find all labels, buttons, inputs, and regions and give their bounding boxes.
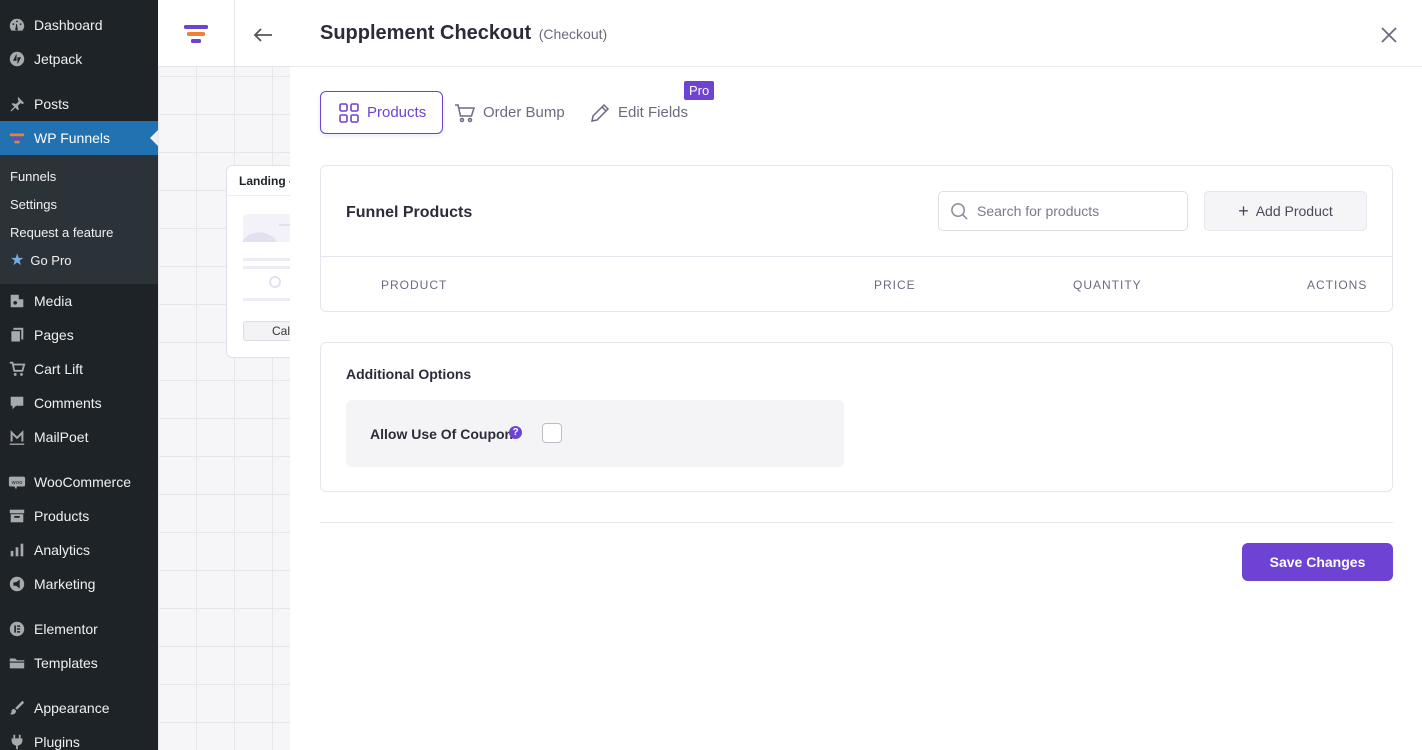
sidebar-item-templates[interactable]: Templates <box>0 646 158 680</box>
coupon-checkbox[interactable] <box>542 423 562 443</box>
toolbar-divider <box>234 0 235 67</box>
elementor-icon <box>7 619 27 639</box>
tab-products[interactable]: Products <box>320 91 444 134</box>
sidebar-item-label: Elementor <box>34 621 98 637</box>
plug-icon <box>7 732 27 750</box>
submenu-item-funnels[interactable]: Funnels <box>10 166 56 186</box>
svg-text:woo: woo <box>12 480 23 486</box>
sidebar-item-plugins[interactable]: Plugins <box>0 725 158 750</box>
column-header-quantity: QUANTITY <box>1073 278 1142 292</box>
sidebar-item-marketing[interactable]: Marketing <box>0 567 158 601</box>
products-table-header: PRODUCT PRICE QUANTITY ACTIONS <box>321 256 1392 312</box>
column-header-price: PRICE <box>874 278 916 292</box>
search-input[interactable] <box>977 203 1177 219</box>
sidebar-item-products[interactable]: Products <box>0 499 158 533</box>
back-arrow-icon[interactable] <box>252 24 274 46</box>
close-icon[interactable] <box>1378 24 1400 46</box>
sidebar-item-label: Comments <box>34 395 102 411</box>
modal-title: Supplement Checkout (Checkout) <box>320 22 608 44</box>
plus-icon: + <box>1238 201 1249 221</box>
funnel-canvas: Landing - Call <box>158 0 306 750</box>
pages-icon <box>7 325 27 345</box>
additional-options-heading: Additional Options <box>346 366 472 382</box>
media-icon <box>7 291 27 311</box>
sidebar-item-label: Templates <box>34 655 98 671</box>
sidebar-item-label: Dashboard <box>34 17 103 33</box>
megaphone-icon <box>7 574 27 594</box>
sidebar-item-label: WooCommerce <box>34 474 131 490</box>
sidebar-item-analytics[interactable]: Analytics <box>0 533 158 567</box>
pencil-icon <box>591 103 610 122</box>
cart-icon <box>7 359 27 379</box>
footer-divider <box>320 522 1393 523</box>
sidebar-item-media[interactable]: Media <box>0 284 158 318</box>
additional-options-card: Additional Options Allow Use Of Coupon ? <box>320 342 1393 492</box>
tab-order-bump[interactable]: Order Bump <box>454 91 565 134</box>
sidebar-item-label: Jetpack <box>34 51 83 67</box>
dashboard-icon <box>7 15 27 35</box>
sidebar-item-label: WP Funnels <box>34 130 110 146</box>
funnel-products-card: Funnel Products + Add Product PRODUCT PR… <box>320 165 1393 312</box>
wp-funnels-submenu: Funnels Settings Request a feature ★ Go … <box>0 155 158 284</box>
sidebar-item-label: Cart Lift <box>34 361 84 377</box>
sidebar-item-mailpoet[interactable]: MailPoet <box>0 420 158 454</box>
column-header-actions: ACTIONS <box>1307 278 1368 292</box>
folder-icon <box>7 653 27 673</box>
sidebar-item-label: Plugins <box>34 734 80 750</box>
add-product-button[interactable]: + Add Product <box>1204 191 1367 231</box>
sidebar-item-dashboard[interactable]: Dashboard <box>0 8 158 42</box>
product-search[interactable] <box>938 191 1188 231</box>
column-header-product: PRODUCT <box>381 278 448 292</box>
modal-subtitle: (Checkout) <box>538 26 608 42</box>
brush-icon <box>7 698 27 718</box>
funnel-products-heading: Funnel Products <box>346 204 473 221</box>
wpfunnels-logo-icon <box>184 25 208 43</box>
checkout-settings-modal: Supplement Checkout (Checkout) Products … <box>290 0 1422 750</box>
sidebar-item-label: Pages <box>34 327 74 343</box>
pin-icon <box>7 94 27 114</box>
sidebar-item-posts[interactable]: Posts <box>0 87 158 121</box>
funnel-icon <box>7 128 27 148</box>
submenu-item-request-feature[interactable]: Request a feature <box>10 222 113 242</box>
sidebar-item-label: Analytics <box>34 542 91 558</box>
submenu-item-go-pro[interactable]: ★ Go Pro <box>10 250 72 270</box>
coupon-option-row: Allow Use Of Coupon ? <box>346 400 844 467</box>
sidebar-item-label: MailPoet <box>34 429 89 445</box>
coupon-option-label: Allow Use Of Coupon <box>370 426 514 442</box>
mailpoet-icon <box>7 427 27 447</box>
grid-icon <box>339 102 359 123</box>
search-icon <box>951 202 968 220</box>
cart-icon <box>455 103 476 122</box>
canvas-toolbar <box>158 0 290 67</box>
star-icon: ★ <box>10 252 25 269</box>
sidebar-item-wp-funnels[interactable]: WP Funnels <box>0 121 158 155</box>
sidebar-item-label: Marketing <box>34 576 96 592</box>
sidebar-item-label: Posts <box>34 96 70 112</box>
sidebar-item-label: Media <box>34 293 73 309</box>
sidebar-item-label: Products <box>34 508 90 524</box>
sidebar-item-comments[interactable]: Comments <box>0 386 158 420</box>
modal-header: Supplement Checkout (Checkout) <box>290 0 1422 67</box>
sidebar-item-elementor[interactable]: Elementor <box>0 612 158 646</box>
save-changes-button[interactable]: Save Changes <box>1242 543 1393 581</box>
help-icon[interactable]: ? <box>509 426 522 439</box>
pro-badge: Pro <box>684 81 715 100</box>
admin-sidebar: Dashboard Jetpack Posts WP Funnels Funne… <box>0 0 158 750</box>
jetpack-icon <box>7 49 27 69</box>
tab-edit-fields[interactable]: Edit Fields <box>589 91 688 134</box>
sidebar-item-cart-lift[interactable]: Cart Lift <box>0 352 158 386</box>
archive-icon <box>7 506 27 526</box>
sidebar-item-jetpack[interactable]: Jetpack <box>0 42 158 76</box>
sidebar-item-woocommerce[interactable]: woo WooCommerce <box>0 465 158 499</box>
woo-icon: woo <box>7 472 27 492</box>
bar-chart-icon <box>7 540 27 560</box>
sidebar-item-pages[interactable]: Pages <box>0 318 158 352</box>
sidebar-item-label: Appearance <box>34 700 110 716</box>
sidebar-item-appearance[interactable]: Appearance <box>0 691 158 725</box>
comment-icon <box>7 393 27 413</box>
submenu-item-settings[interactable]: Settings <box>10 194 57 214</box>
